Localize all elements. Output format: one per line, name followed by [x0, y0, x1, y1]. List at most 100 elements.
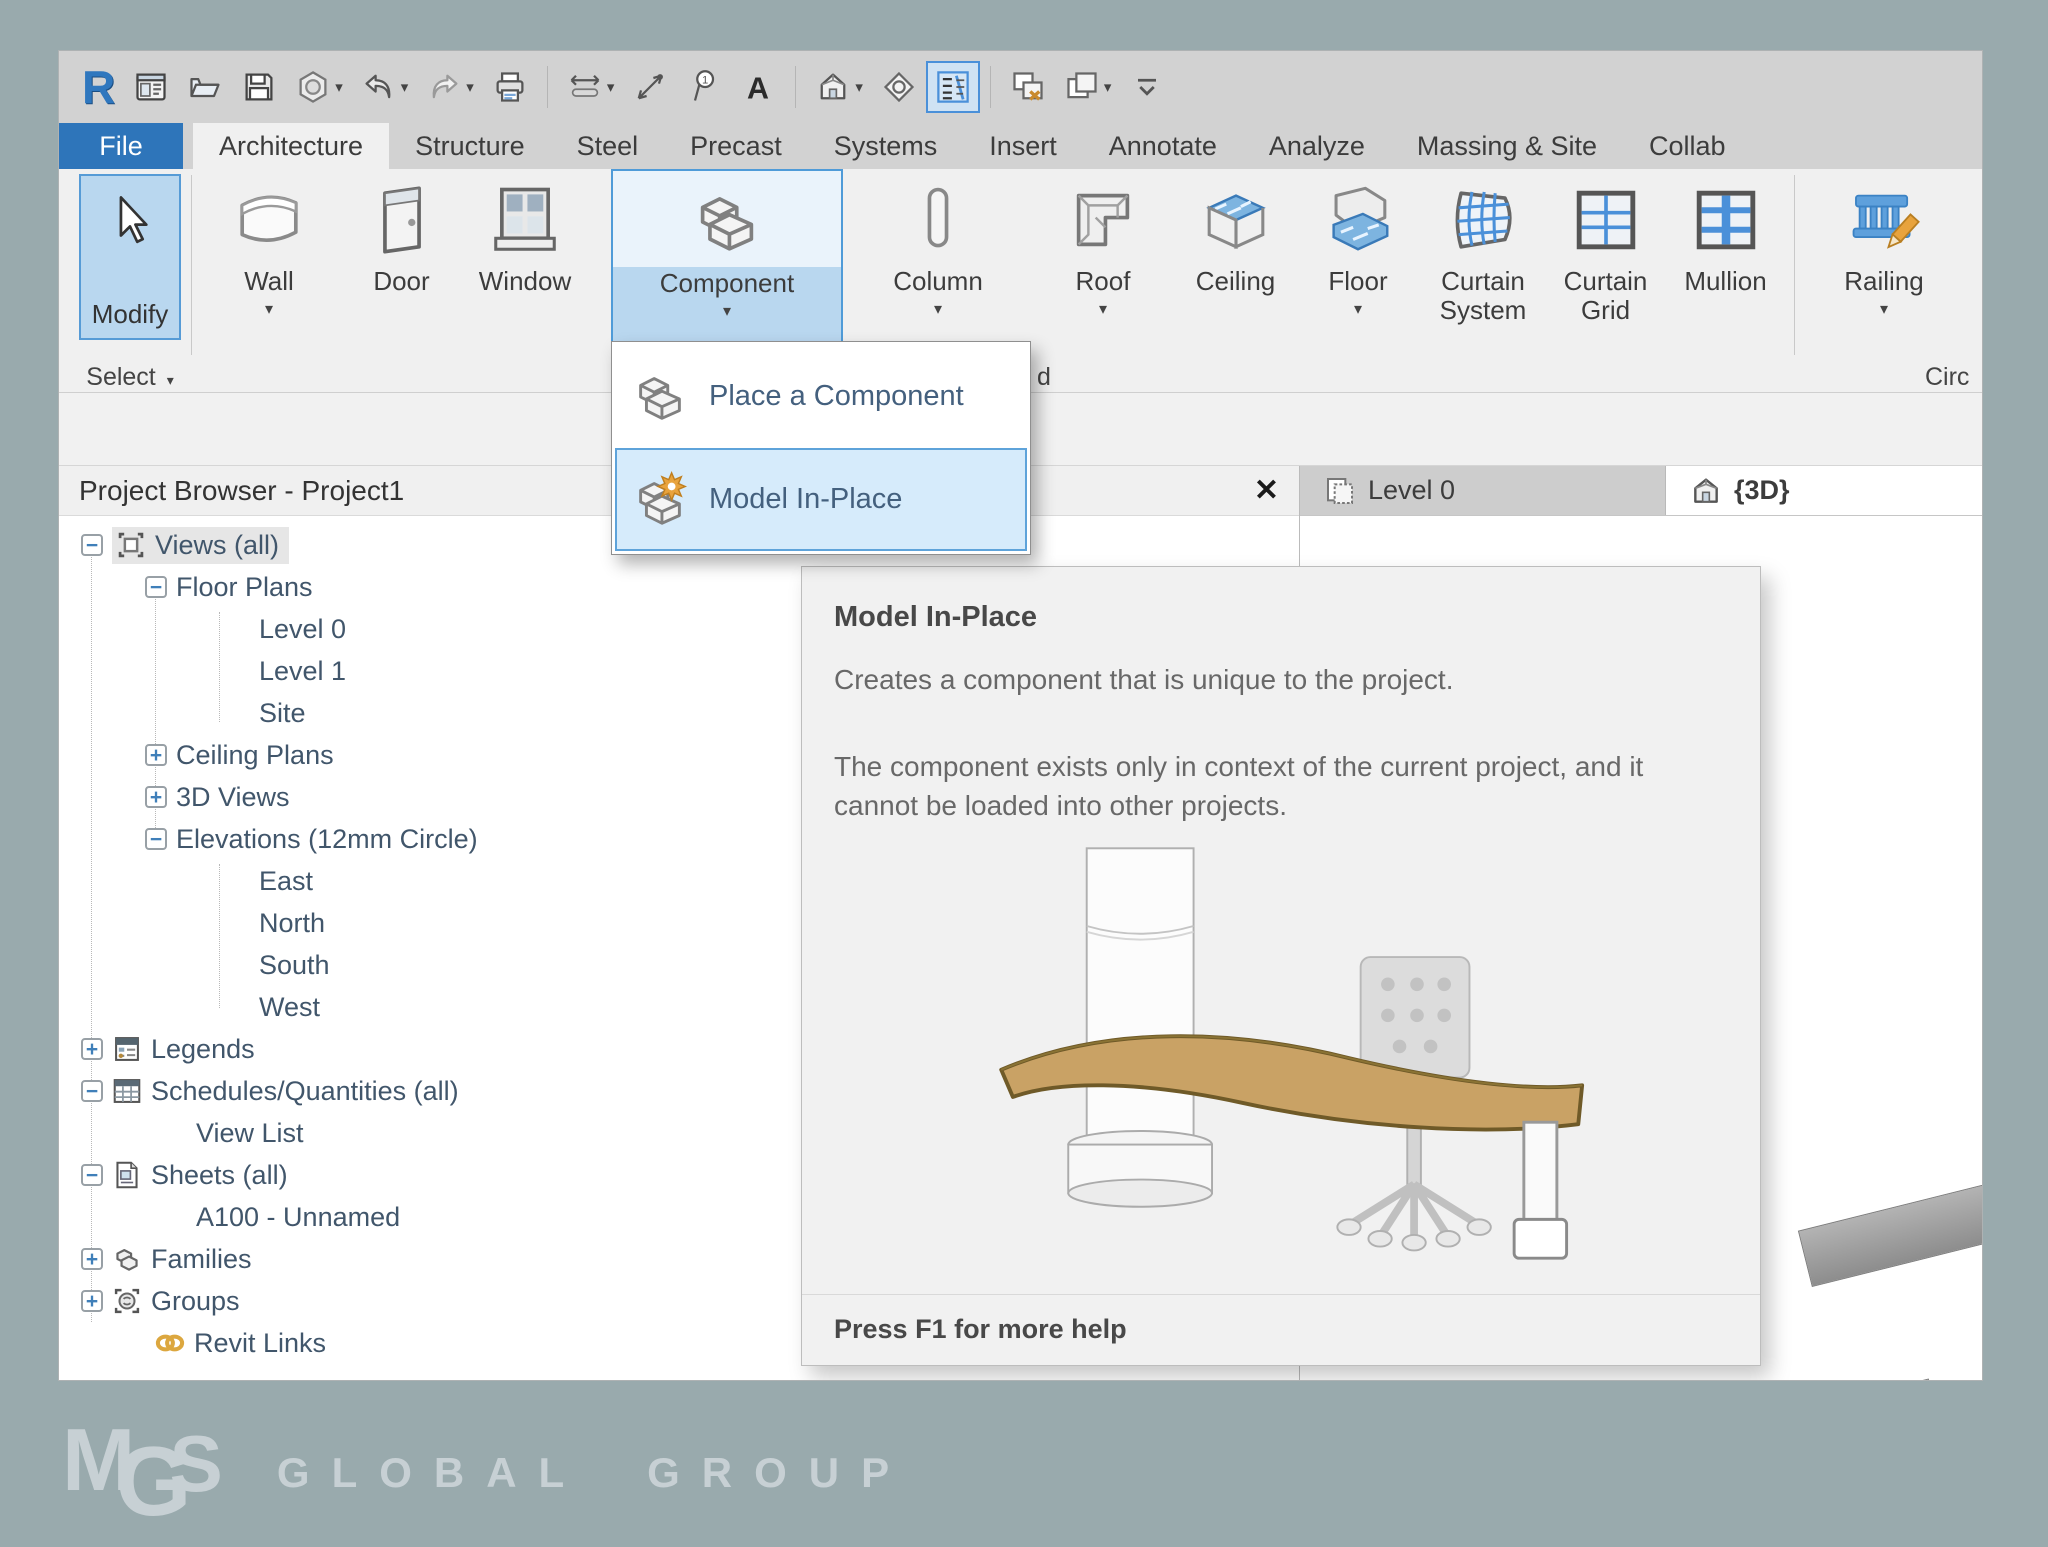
curtain-system-button[interactable]: Curtain System — [1418, 169, 1548, 363]
thin-lines-button[interactable] — [925, 61, 980, 113]
select-panel-label[interactable]: Select ▾ — [77, 363, 183, 392]
switch-windows-button[interactable]: ▾ — [1055, 61, 1121, 113]
sync-with-central-icon — [295, 69, 331, 105]
column-button[interactable]: Column ▾ — [843, 169, 1033, 363]
door-button[interactable]: Door — [344, 169, 459, 363]
menu-item-label: Model In-Place — [709, 483, 903, 515]
tab-massing-site[interactable]: Massing & Site — [1391, 123, 1623, 169]
revit-logo-button[interactable]: R — [73, 61, 124, 113]
expand-icon[interactable]: + — [145, 744, 167, 766]
switch-windows-icon — [1064, 69, 1100, 105]
sync-with-central-button[interactable]: ▾ — [286, 61, 352, 113]
menu-item-place-a-component[interactable]: Place a Component — [615, 345, 1027, 448]
view-tab-label: {3D} — [1734, 475, 1790, 505]
save-button[interactable] — [232, 61, 286, 113]
ceiling-button[interactable]: Ceiling — [1173, 169, 1298, 363]
view-tab--3d-[interactable]: {3D} — [1666, 466, 1814, 515]
collapse-icon[interactable]: − — [145, 828, 167, 850]
view-tab-level-0[interactable]: Level 0 — [1300, 466, 1666, 515]
circulation-panel-label-partial: Circ — [1925, 363, 1970, 391]
chevron-down-icon: ▾ — [466, 79, 474, 96]
window-icon — [486, 181, 564, 259]
collapse-icon[interactable]: − — [145, 576, 167, 598]
curtain-grid-button[interactable]: Curtain Grid — [1548, 169, 1663, 363]
tab-precast[interactable]: Precast — [664, 123, 808, 169]
groups-icon — [112, 1286, 142, 1316]
customize-qat-icon — [1129, 69, 1165, 105]
railing-label: Railing — [1844, 266, 1924, 296]
tab-architecture[interactable]: Architecture — [193, 123, 390, 169]
chevron-down-icon: ▾ — [1103, 79, 1112, 96]
wall-label: Wall — [244, 266, 294, 296]
file-tabs-icon — [133, 69, 169, 105]
tab-analyze[interactable]: Analyze — [1243, 123, 1391, 169]
wall-button[interactable]: Wall ▾ — [194, 169, 344, 363]
expand-icon[interactable]: + — [81, 1290, 103, 1312]
tab-insert[interactable]: Insert — [963, 123, 1083, 169]
window-button[interactable]: Window — [459, 169, 591, 363]
tag-by-category-button[interactable]: 1 — [677, 61, 731, 113]
open-folder-button[interactable] — [178, 61, 232, 113]
default-3d-view-button[interactable]: ▾ — [806, 61, 872, 113]
expand-icon[interactable]: + — [81, 1038, 103, 1060]
expand-icon[interactable]: + — [81, 1248, 103, 1270]
tree-item-label: 3D Views — [176, 781, 290, 812]
modify-button[interactable]: Modify — [79, 174, 181, 340]
collapse-icon[interactable]: − — [81, 1080, 103, 1102]
file-tabs-button[interactable] — [124, 61, 178, 113]
print-icon — [492, 69, 528, 105]
mullion-button[interactable]: Mullion — [1663, 169, 1788, 363]
text-button[interactable]: A — [731, 61, 785, 113]
floor-button[interactable]: Floor ▾ — [1298, 169, 1418, 363]
undo-button[interactable]: ▾ — [352, 61, 418, 113]
tree-item-label: Sheets (all) — [151, 1159, 288, 1190]
view-tab-bar: Level 0 {3D} — [1300, 466, 1982, 516]
expand-icon[interactable]: + — [145, 786, 167, 808]
tooltip-help-hint: Press F1 for more help — [834, 1314, 1127, 1344]
component-button[interactable]: Component ▾ — [611, 169, 843, 363]
collapse-icon[interactable]: − — [81, 1164, 103, 1186]
panel-separator — [1794, 175, 1795, 355]
tab-file[interactable]: File — [59, 123, 183, 169]
tab-structure[interactable]: Structure — [389, 123, 551, 169]
roof-button[interactable]: Roof ▾ — [1033, 169, 1173, 363]
close-hidden-windows-icon — [1010, 69, 1046, 105]
close-icon[interactable]: ✕ — [1254, 473, 1279, 508]
tree-item-label: North — [259, 907, 326, 938]
model-in-place-icon — [629, 469, 691, 531]
tab-collab[interactable]: Collab — [1623, 123, 1752, 169]
tree-item-label: Level 1 — [259, 655, 347, 686]
ceiling-icon — [1197, 181, 1275, 259]
window-label: Window — [478, 266, 572, 296]
menu-item-model-in-place[interactable]: Model In-Place — [615, 448, 1027, 551]
aligned-dimension-icon — [632, 69, 668, 105]
customize-qat-button[interactable] — [1120, 61, 1174, 113]
selected-tree-item: Views (all) — [112, 526, 290, 564]
model-geometry — [1670, 1378, 1940, 1380]
aligned-dimension-button[interactable] — [623, 61, 677, 113]
open-folder-icon — [187, 69, 223, 105]
families-icon — [112, 1244, 142, 1274]
tab-steel[interactable]: Steel — [551, 123, 665, 169]
close-hidden-windows-button[interactable] — [1001, 61, 1055, 113]
tab-systems[interactable]: Systems — [808, 123, 964, 169]
tree-item-label: Families — [151, 1243, 252, 1274]
column-label: Column — [893, 266, 983, 296]
redo-button[interactable]: ▾ — [417, 61, 483, 113]
tooltip-description-2: The component exists only in context of … — [834, 751, 1644, 821]
railing-button[interactable]: Railing ▾ — [1804, 169, 1964, 363]
print-button[interactable] — [483, 61, 537, 113]
chevron-down-icon: ▾ — [1353, 301, 1363, 318]
wall-icon — [230, 181, 308, 259]
measure-button[interactable]: ▾ — [558, 61, 624, 113]
circulation-panel: Railing ▾ — [1804, 169, 1964, 363]
door-label: Door — [373, 266, 430, 296]
tab-annotate[interactable]: Annotate — [1083, 123, 1243, 169]
project-browser-title: Project Browser - Project1 — [79, 474, 405, 506]
collapse-icon[interactable]: − — [81, 534, 103, 556]
section-button[interactable] — [872, 61, 926, 113]
model-geometry — [1797, 1150, 1982, 1288]
measure-icon — [567, 69, 603, 105]
default-3d-view-icon — [815, 69, 851, 105]
quick-access-toolbar: R ▾ ▾ ▾ ▾ 1 A ▾ ▾ — [59, 51, 1982, 123]
